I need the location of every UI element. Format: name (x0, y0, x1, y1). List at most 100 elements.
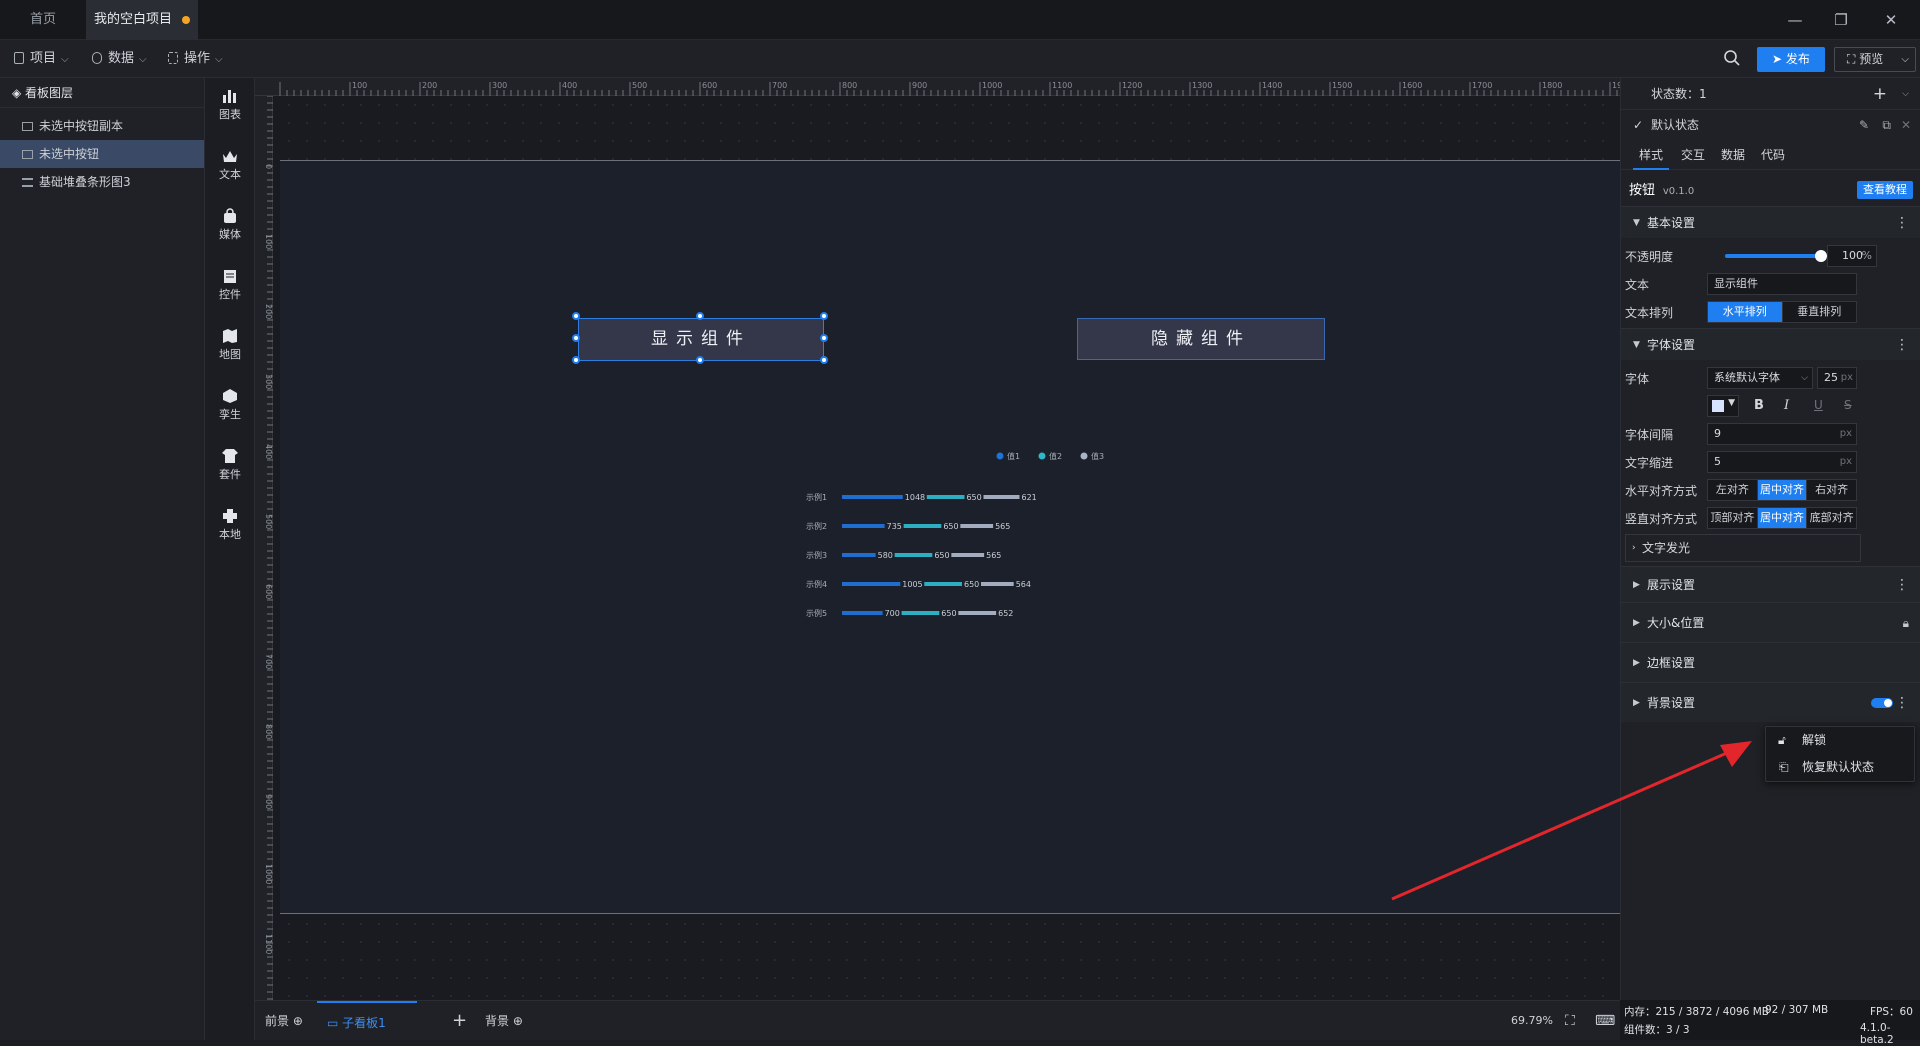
menu-project[interactable]: 项目 ⌵ (14, 40, 69, 78)
tutorial-button[interactable]: 查看教程 (1857, 181, 1913, 199)
underline-button[interactable]: U (1814, 398, 1823, 412)
layer-item[interactable]: 未选中按钮副本 (0, 112, 204, 140)
resize-handle[interactable] (820, 334, 828, 342)
opacity-slider-thumb[interactable] (1815, 250, 1827, 262)
indent-input[interactable]: 5 px (1707, 451, 1857, 473)
opacity-input[interactable]: 100% (1827, 245, 1877, 267)
default-state-row[interactable]: ✓ 默认状态 ✎ ⧉ ✕ (1621, 110, 1920, 140)
publish-button[interactable]: ➤ 发布 (1757, 47, 1825, 72)
tool-control[interactable]: 控件 (205, 268, 255, 302)
zoom-value: 69.79% (1511, 1014, 1553, 1027)
display-settings-section[interactable]: ▶ 展示设置 ⋮ (1621, 566, 1920, 602)
tool-media[interactable]: 媒体 (205, 208, 255, 242)
size-position-section[interactable]: ▶ 大小&位置 🔒︎ (1621, 602, 1920, 642)
chevron-down-icon[interactable]: ⌵ (1902, 78, 1909, 110)
foreground-tab[interactable]: 前景 ⊕ (265, 1001, 303, 1041)
more-icon[interactable]: ⋮ (1895, 567, 1909, 603)
map-icon (223, 329, 237, 343)
text-input[interactable]: 显示组件 (1707, 273, 1857, 295)
ruler-label: 1100 (264, 934, 273, 954)
ruler-label: 300 (492, 81, 507, 90)
resize-handle[interactable] (820, 356, 828, 364)
align-bottom-option[interactable]: 底部对齐 (1807, 508, 1856, 528)
search-icon[interactable] (1723, 49, 1741, 67)
add-state-icon[interactable]: + (1873, 78, 1887, 110)
component-header: 按钮 v0.1.0 查看教程 (1621, 176, 1920, 204)
tab-code[interactable]: 代码 (1755, 142, 1791, 170)
resize-handle[interactable] (696, 356, 704, 364)
layer-item-selected[interactable]: 未选中按钮 (0, 140, 204, 168)
close-icon[interactable]: ✕ (1868, 0, 1914, 40)
background-tab[interactable]: 背景 ⊕ (485, 1001, 523, 1041)
unlock-menu-item[interactable]: 🔓︎ 解锁 (1766, 727, 1914, 754)
resize-handle[interactable] (572, 312, 580, 320)
border-settings-section[interactable]: ▶ 边框设置 (1621, 642, 1920, 682)
preview-button[interactable]: ⛶ 预览 ⌵ (1834, 47, 1916, 72)
opacity-slider[interactable] (1725, 250, 1827, 262)
zoom-level[interactable]: 69.79% (1511, 1001, 1553, 1041)
align-top-option[interactable]: 顶部对齐 (1708, 508, 1758, 528)
tab-interaction[interactable]: 交互 (1675, 142, 1711, 170)
tool-local[interactable]: 本地 (205, 508, 255, 542)
hide-component-button[interactable]: 隐藏组件 (1077, 318, 1325, 360)
resize-handle[interactable] (572, 356, 580, 364)
resize-handle[interactable] (820, 312, 828, 320)
italic-button[interactable]: I (1784, 398, 1789, 413)
background-toggle[interactable] (1871, 698, 1893, 708)
resize-handle[interactable] (572, 334, 580, 342)
keyboard-icon[interactable]: ⌨ (1595, 1001, 1615, 1041)
sub-board-tab[interactable]: ▭ 子看板1 (317, 1001, 417, 1041)
lock-icon[interactable]: 🔒︎ (1903, 603, 1909, 643)
align-middle-option[interactable]: 居中对齐 (1757, 508, 1808, 528)
vertical-ruler[interactable]: 0 100 200 300 400 500 600 700 800 900 1000 1100 (255, 95, 273, 1000)
add-circle-icon[interactable]: ⊕ (293, 1014, 303, 1028)
fit-screen-icon[interactable]: ⛶ (1565, 1001, 1575, 1041)
tab-style[interactable]: 样式 (1633, 142, 1669, 170)
minimize-icon[interactable]: — (1772, 0, 1818, 40)
font-select[interactable]: 系统默认字体 ⌵ (1707, 367, 1813, 389)
tool-twin[interactable]: 孪生 (205, 388, 255, 422)
tool-chart[interactable]: 图表 (205, 88, 255, 122)
layout-vertical-option[interactable]: 垂直排列 (1783, 302, 1857, 322)
restore-icon[interactable]: ❐ (1818, 0, 1864, 40)
align-right-option[interactable]: 右对齐 (1807, 480, 1856, 500)
add-circle-icon[interactable]: ⊕ (513, 1014, 523, 1028)
more-icon[interactable]: ⋮ (1895, 329, 1909, 361)
strikethrough-button[interactable]: S (1844, 398, 1852, 412)
more-icon[interactable]: ⋮ (1895, 207, 1909, 239)
show-component-button[interactable]: 显示组件 (578, 318, 824, 361)
restore-default-menu-item[interactable]: ⎗ 恢复默认状态 (1766, 754, 1914, 781)
align-left-option[interactable]: 左对齐 (1708, 480, 1758, 500)
align-center-option[interactable]: 居中对齐 (1757, 480, 1808, 500)
font-settings-section[interactable]: ▼ 字体设置 ⋮ (1621, 328, 1920, 360)
background-settings-section[interactable]: ▶ 背景设置 ⋮ (1621, 682, 1920, 722)
layer-item[interactable]: 基础堆叠条形图3 (0, 168, 204, 196)
resize-handle[interactable] (696, 312, 704, 320)
tab-home-label: 首页 (29, 12, 56, 27)
tool-text[interactable]: 文本 (205, 148, 255, 182)
bar-segment (958, 611, 997, 615)
text-glow-collapsible[interactable]: › 文字发光 (1625, 534, 1861, 562)
basic-settings-section[interactable]: ▼ 基本设置 ⋮ (1621, 206, 1920, 238)
menu-operation[interactable]: 操作 ⌵ (168, 40, 223, 78)
opacity-unit: % (1861, 249, 1872, 262)
horizontal-ruler[interactable]: 100 200 300 400 500 600 700 800 900 1000 1100 1200 1… (255, 78, 1620, 96)
add-board-icon[interactable]: + (452, 1001, 467, 1041)
chevron-right-icon: › (1632, 543, 1636, 553)
letter-spacing-input[interactable]: 9 px (1707, 423, 1857, 445)
bold-button[interactable]: B (1754, 398, 1764, 413)
tab-home[interactable]: 首页 (0, 0, 86, 40)
copy-icon[interactable]: ⧉ (1882, 110, 1891, 140)
font-size-input[interactable]: 25 px (1817, 367, 1857, 389)
tool-kit[interactable]: 套件 (205, 448, 255, 482)
tool-map[interactable]: 地图 (205, 328, 255, 362)
layout-horizontal-option[interactable]: 水平排列 (1708, 302, 1783, 322)
tab-project[interactable]: 我的空白项目 (86, 0, 198, 40)
more-icon[interactable]: ⋮ (1895, 683, 1909, 723)
edit-icon[interactable]: ✎ (1859, 110, 1869, 140)
menu-data[interactable]: 数据 ⌵ (92, 40, 147, 78)
state-count-label: 状态数：1 (1651, 87, 1707, 101)
tab-data[interactable]: 数据 (1715, 142, 1751, 170)
close-icon[interactable]: ✕ (1901, 110, 1911, 140)
font-color-picker[interactable]: ▼ (1707, 395, 1739, 417)
